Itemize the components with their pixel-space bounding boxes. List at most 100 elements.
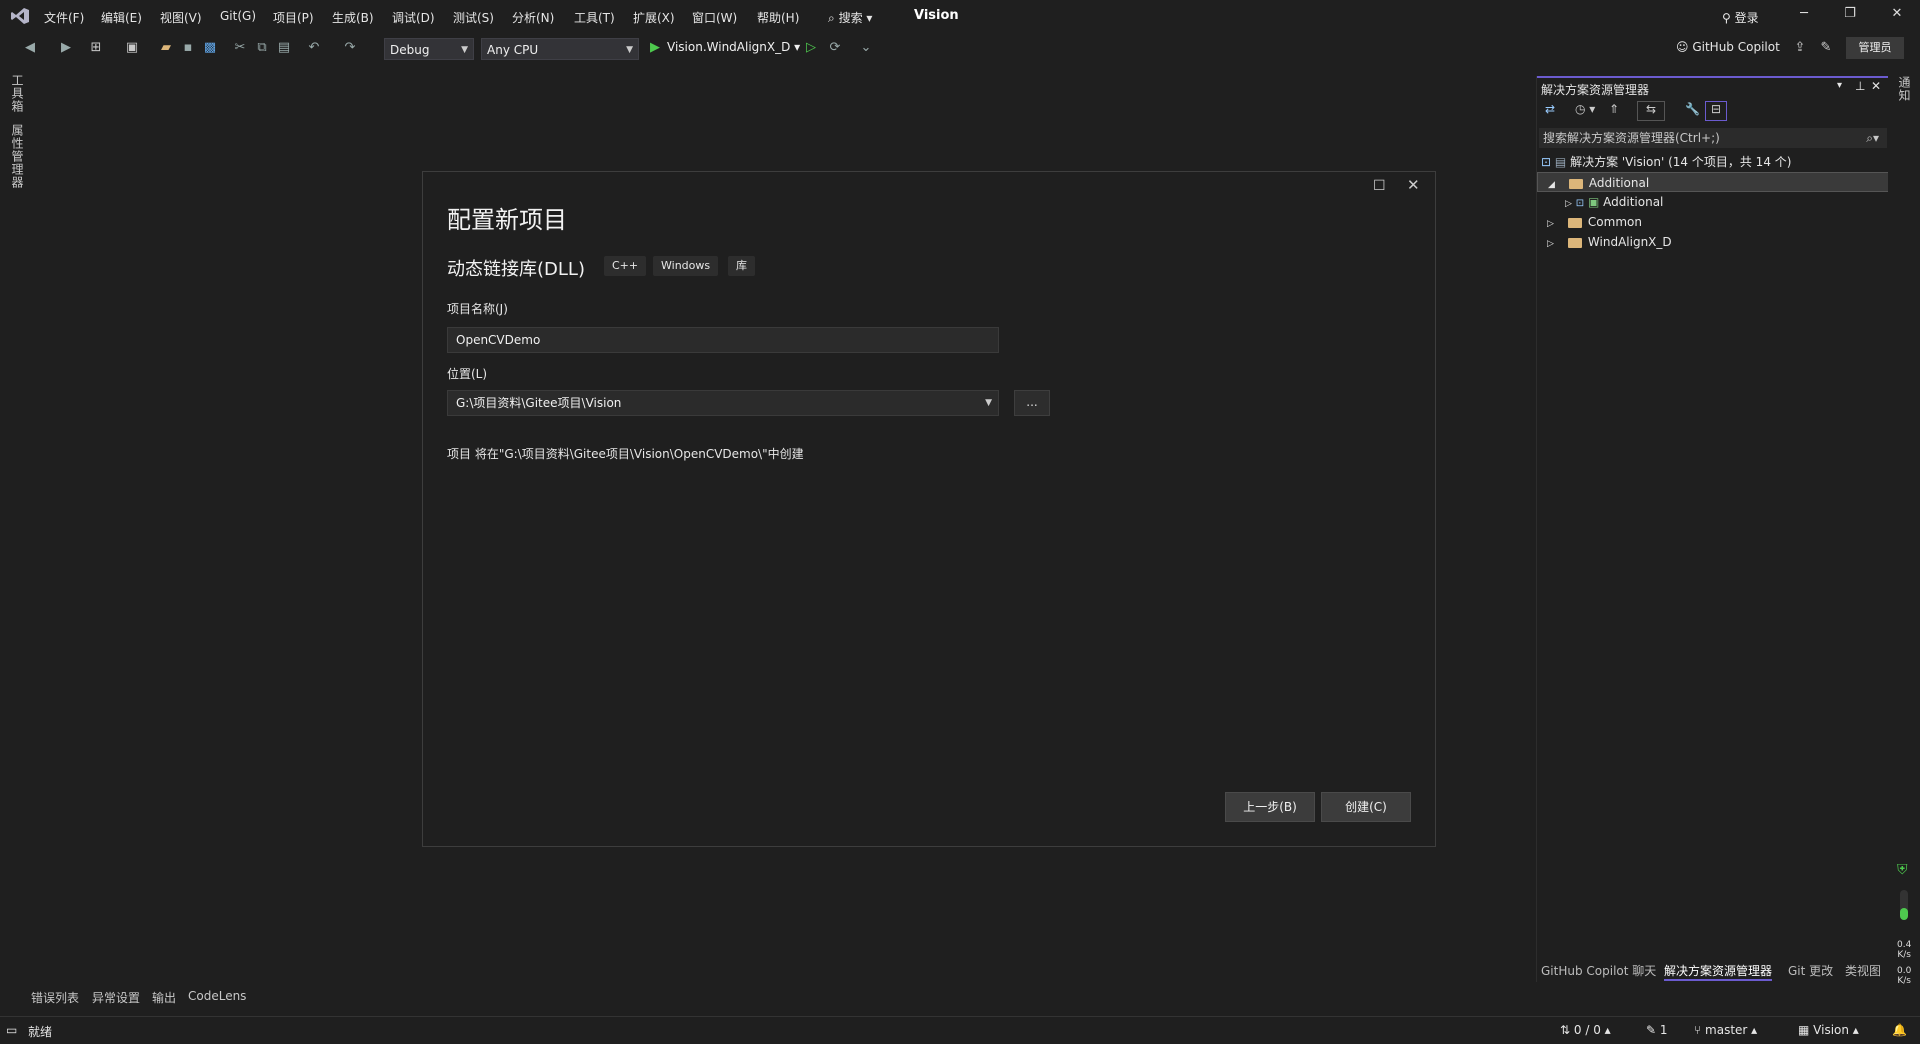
git-changes-tab[interactable]: Git 更改 (1788, 962, 1833, 979)
sync-with-active-icon[interactable]: ⇆ (1637, 101, 1665, 121)
preview-icon[interactable]: ⊟ (1705, 101, 1727, 121)
toolbox-tab[interactable]: 工具箱 (9, 74, 26, 113)
close-window-button[interactable]: ✕ (1883, 6, 1911, 26)
repository-button[interactable]: ▦ Vision ▴ (1798, 1023, 1859, 1037)
folder-icon (1568, 178, 1583, 189)
restore-button[interactable]: ❐ (1836, 6, 1864, 26)
startup-project-button[interactable]: Vision.WindAlignX_D ▾ (667, 40, 800, 54)
vs-logo-icon[interactable] (10, 7, 30, 25)
right-tool-rail: 通知 ⛨ 0.4 K/s 0.0 K/s (1888, 66, 1920, 1016)
forward-icon[interactable]: ▶ (58, 40, 74, 56)
tree-item-additional-project[interactable]: ▷ ⊡ ▣ Additional (1537, 192, 1889, 212)
property-manager-tab[interactable]: 属性管理器 (9, 124, 26, 189)
expanded-arrow-icon: ◢ (1548, 180, 1555, 190)
notification-bell-icon[interactable]: 🔔 (1892, 1023, 1907, 1037)
solution-node[interactable]: ⊡ ▤ 解决方案 'Vision' (14 个项目，共 14 个) (1537, 152, 1889, 172)
configure-project-dialog: ☐ ✕ 配置新项目 动态链接库(DLL) C++ Windows 库 项目名称(… (422, 171, 1436, 847)
tag-language: C++ (604, 256, 647, 276)
solution-config-dropdown[interactable]: Debug ▼ (384, 38, 474, 60)
maximize-dialog-button[interactable]: ☐ (1373, 178, 1386, 194)
hot-reload-icon[interactable]: ⟳ (827, 40, 843, 56)
dialog-title: 配置新项目 (447, 206, 567, 234)
menu-view[interactable]: 视图(V) (160, 9, 202, 26)
output-tab[interactable]: 输出 (152, 989, 176, 1006)
folder-icon (1567, 217, 1582, 228)
add-item-icon[interactable]: ▣ (124, 40, 140, 56)
feedback-icon[interactable]: ✎ (1818, 40, 1834, 56)
menu-window[interactable]: 窗口(W) (692, 9, 737, 26)
search-label: 搜索 (838, 11, 863, 25)
copilot-icon: ☺ (1676, 40, 1689, 54)
login-button[interactable]: ⚲ 登录 (1722, 9, 1759, 26)
location-combobox[interactable]: G:\项目资料\Gitee项目\Vision ▼ (447, 390, 999, 416)
browse-button[interactable]: ... (1014, 390, 1050, 416)
copilot-chat-tab[interactable]: GitHub Copilot 聊天 (1541, 962, 1656, 979)
copy-icon[interactable]: ⧉ (254, 40, 270, 56)
project-name-input[interactable]: OpenCVDemo (447, 327, 999, 353)
codelens-tab[interactable]: CodeLens (188, 989, 246, 1003)
menu-file[interactable]: 文件(F) (44, 9, 84, 26)
class-view-tab[interactable]: 类视图 (1845, 962, 1881, 979)
save-all-icon[interactable]: ▩ (202, 40, 218, 56)
save-icon[interactable]: ▪ (180, 40, 196, 56)
minimize-button[interactable]: ─ (1790, 6, 1818, 26)
user-icon: ⚲ (1722, 11, 1731, 25)
menu-edit[interactable]: 编辑(E) (101, 9, 142, 26)
solution-explorer-tab[interactable]: 解决方案资源管理器 (1664, 962, 1773, 981)
solution-search-input[interactable]: 搜索解决方案资源管理器(Ctrl+;) ⌕▾ (1539, 128, 1887, 148)
github-copilot-button[interactable]: ☺ GitHub Copilot (1676, 40, 1780, 54)
open-folder-icon[interactable]: ▰ (158, 40, 174, 56)
new-project-icon[interactable]: ⊞ (88, 40, 104, 56)
switch-views-icon[interactable]: ⇄ (1545, 102, 1555, 116)
search-menu[interactable]: ⌕ 搜索 ▾ (828, 9, 872, 26)
properties-icon[interactable]: 🔧 (1685, 102, 1700, 116)
sync-arrows-icon: ⇅ (1560, 1023, 1571, 1037)
menu-analyze[interactable]: 分析(N) (512, 9, 554, 26)
tree-item-windalignx-folder[interactable]: ▷ WindAlignX_D (1537, 232, 1889, 252)
pin-icon[interactable]: ⊥ (1855, 79, 1865, 93)
exception-settings-tab[interactable]: 异常设置 (92, 989, 140, 1006)
pending-changes-button[interactable]: ✎ 1 (1646, 1023, 1668, 1037)
back-icon[interactable]: ◀ (22, 40, 38, 56)
close-dialog-button[interactable]: ✕ (1407, 176, 1420, 194)
cut-icon[interactable]: ✂ (232, 40, 248, 56)
back-button[interactable]: 上一步(B) (1225, 792, 1315, 822)
collapse-all-icon[interactable]: ⇑ (1609, 102, 1619, 116)
branch-button[interactable]: ⑂ master ▴ (1694, 1023, 1757, 1037)
folder-icon (1567, 237, 1582, 248)
close-panel-icon[interactable]: ✕ (1871, 79, 1881, 93)
menu-test[interactable]: 测试(S) (453, 9, 494, 26)
menu-help[interactable]: 帮助(H) (757, 9, 799, 26)
menu-build[interactable]: 生成(B) (332, 9, 374, 26)
menu-git[interactable]: Git(G) (220, 9, 256, 23)
project-name-label: 项目名称(J) (447, 302, 508, 316)
start-without-debug-icon[interactable]: ▷ (803, 40, 819, 56)
menu-debug[interactable]: 调试(D) (392, 9, 435, 26)
pending-changes-filter-icon[interactable]: ◷ ▾ (1575, 102, 1595, 116)
tree-item-common-folder[interactable]: ▷ Common (1537, 212, 1889, 232)
menu-project[interactable]: 项目(P) (273, 9, 314, 26)
tag-type: 库 (728, 256, 755, 276)
error-list-tab[interactable]: 错误列表 (31, 989, 79, 1006)
share-icon[interactable]: ⇪ (1792, 40, 1808, 56)
start-debug-icon[interactable]: ▶ (647, 40, 663, 56)
login-label: 登录 (1734, 11, 1759, 25)
menu-extensions[interactable]: 扩展(X) (633, 9, 675, 26)
paste-icon[interactable]: ▤ (276, 40, 292, 56)
platform-dropdown[interactable]: Any CPU ▼ (481, 38, 639, 60)
create-button[interactable]: 创建(C) (1321, 792, 1411, 822)
tree-item-additional-folder[interactable]: ◢ Additional (1537, 172, 1889, 192)
toolbar-overflow-icon[interactable]: ⌄ (858, 40, 874, 56)
menu-tools[interactable]: 工具(T) (574, 9, 615, 26)
status-bar: ▭ 就绪 ⇅ 0 / 0 ▴ ✎ 1 ⑂ master ▴ ▦ Vision ▴… (0, 1016, 1920, 1044)
undo-icon[interactable]: ↶ (306, 40, 322, 56)
network-meter-fill (1900, 908, 1908, 920)
tree-item-label: Additional (1603, 195, 1664, 209)
location-label: 位置(L) (447, 367, 488, 381)
git-sync-button[interactable]: ⇅ 0 / 0 ▴ (1560, 1023, 1611, 1037)
branch-icon: ⑂ (1694, 1023, 1702, 1037)
platform-value: Any CPU (487, 43, 539, 57)
notifications-tab[interactable]: 通知 (1896, 76, 1913, 102)
redo-icon[interactable]: ↷ (342, 40, 358, 56)
panel-options-icon[interactable]: ▾ (1837, 80, 1842, 91)
